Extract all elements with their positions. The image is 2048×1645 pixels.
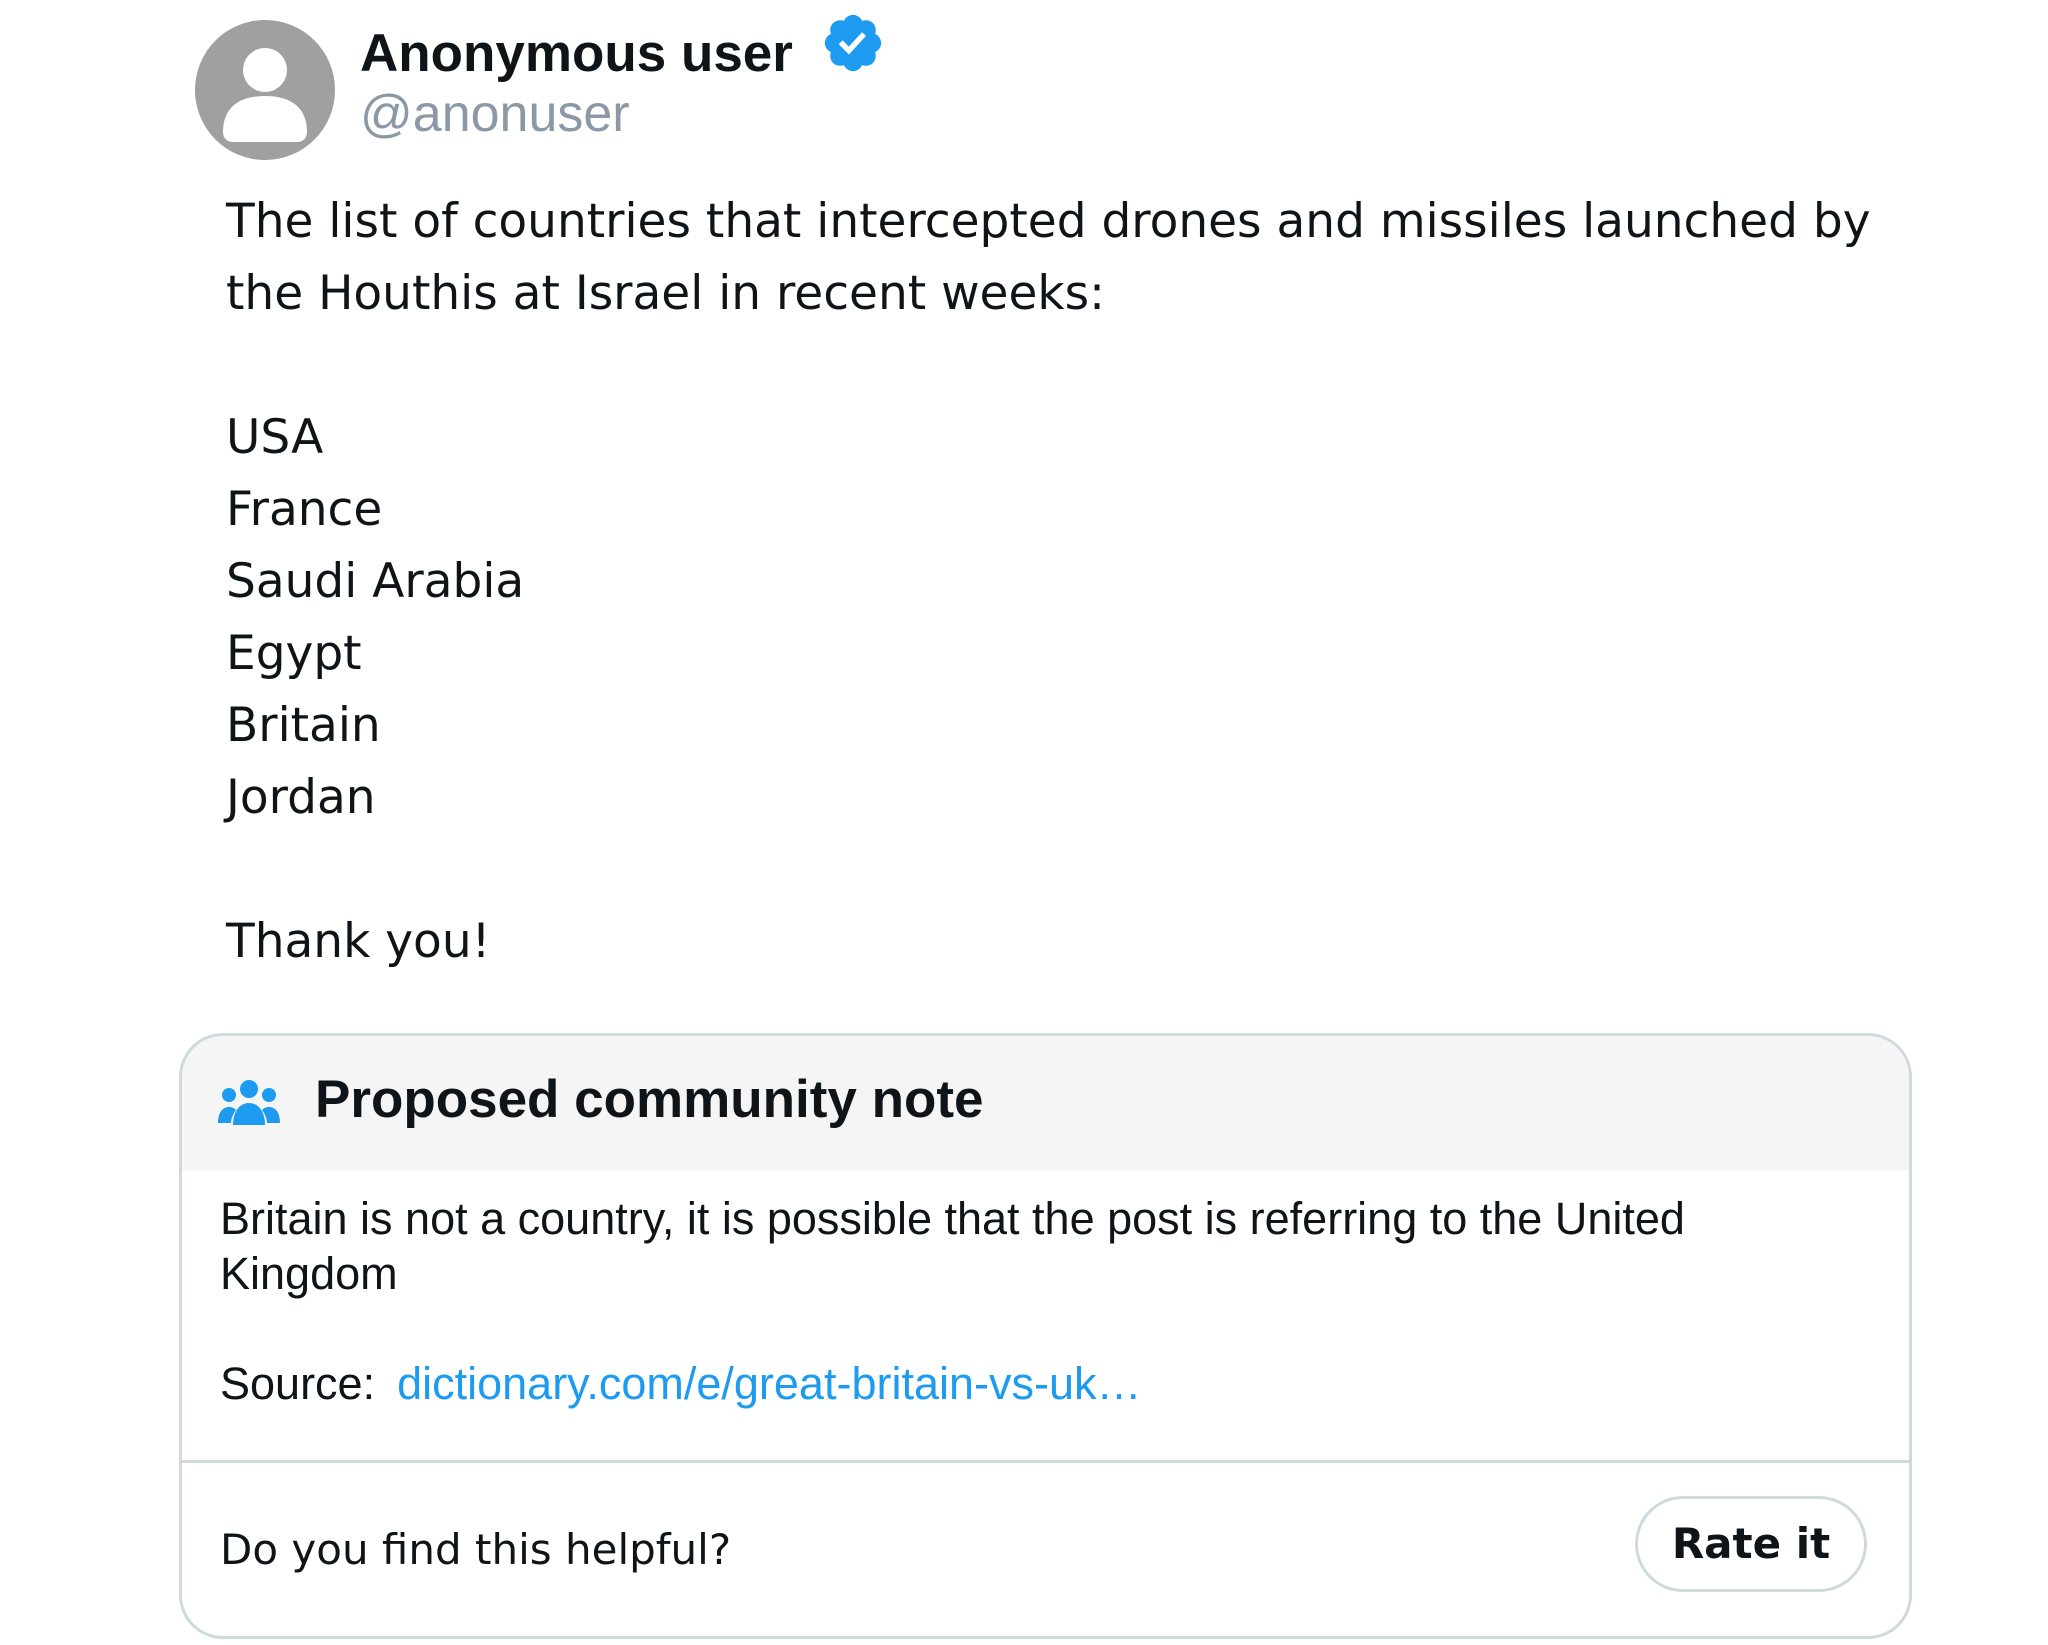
country-list-item: Jordan (226, 770, 376, 825)
country-list-item: Saudi Arabia (226, 554, 525, 609)
community-note-title: Proposed community note (315, 1070, 984, 1129)
community-note-source: Source: dictionary.com/e/great-britain-vs… (220, 1356, 1142, 1412)
people-group-icon (218, 1080, 280, 1125)
country-list-item: Egypt (226, 626, 362, 681)
post-intro-line: The list of countries that intercepted d… (226, 194, 1871, 249)
country-list-item: USA (226, 410, 324, 465)
rate-it-button[interactable]: Rate it (1635, 1496, 1867, 1592)
post-closing: Thank you! (226, 914, 491, 969)
post-text: The list of countries that intercepted d… (226, 186, 1926, 978)
source-label: Source: (220, 1358, 376, 1409)
community-note-header: Proposed community note (182, 1036, 1909, 1170)
helpful-question: Do you find this helpful? (220, 1525, 732, 1574)
country-list-item: Britain (226, 698, 381, 753)
source-link[interactable]: dictionary.com/e/great-britain-vs-uk… (397, 1358, 1141, 1409)
divider (182, 1460, 1909, 1463)
default-avatar-icon (195, 20, 335, 160)
author-handle[interactable]: @anonuser (360, 84, 630, 144)
community-note-text: Britain is not a country, it is possible… (220, 1193, 1685, 1299)
author-display-name[interactable]: Anonymous user (360, 22, 793, 86)
country-list-item: France (226, 482, 383, 537)
post-intro-line: the Houthis at Israel in recent weeks: (226, 266, 1105, 321)
verified-badge-icon (824, 14, 882, 72)
community-note-card: Proposed community note Britain is not a… (179, 1033, 1912, 1639)
avatar[interactable] (195, 20, 335, 160)
